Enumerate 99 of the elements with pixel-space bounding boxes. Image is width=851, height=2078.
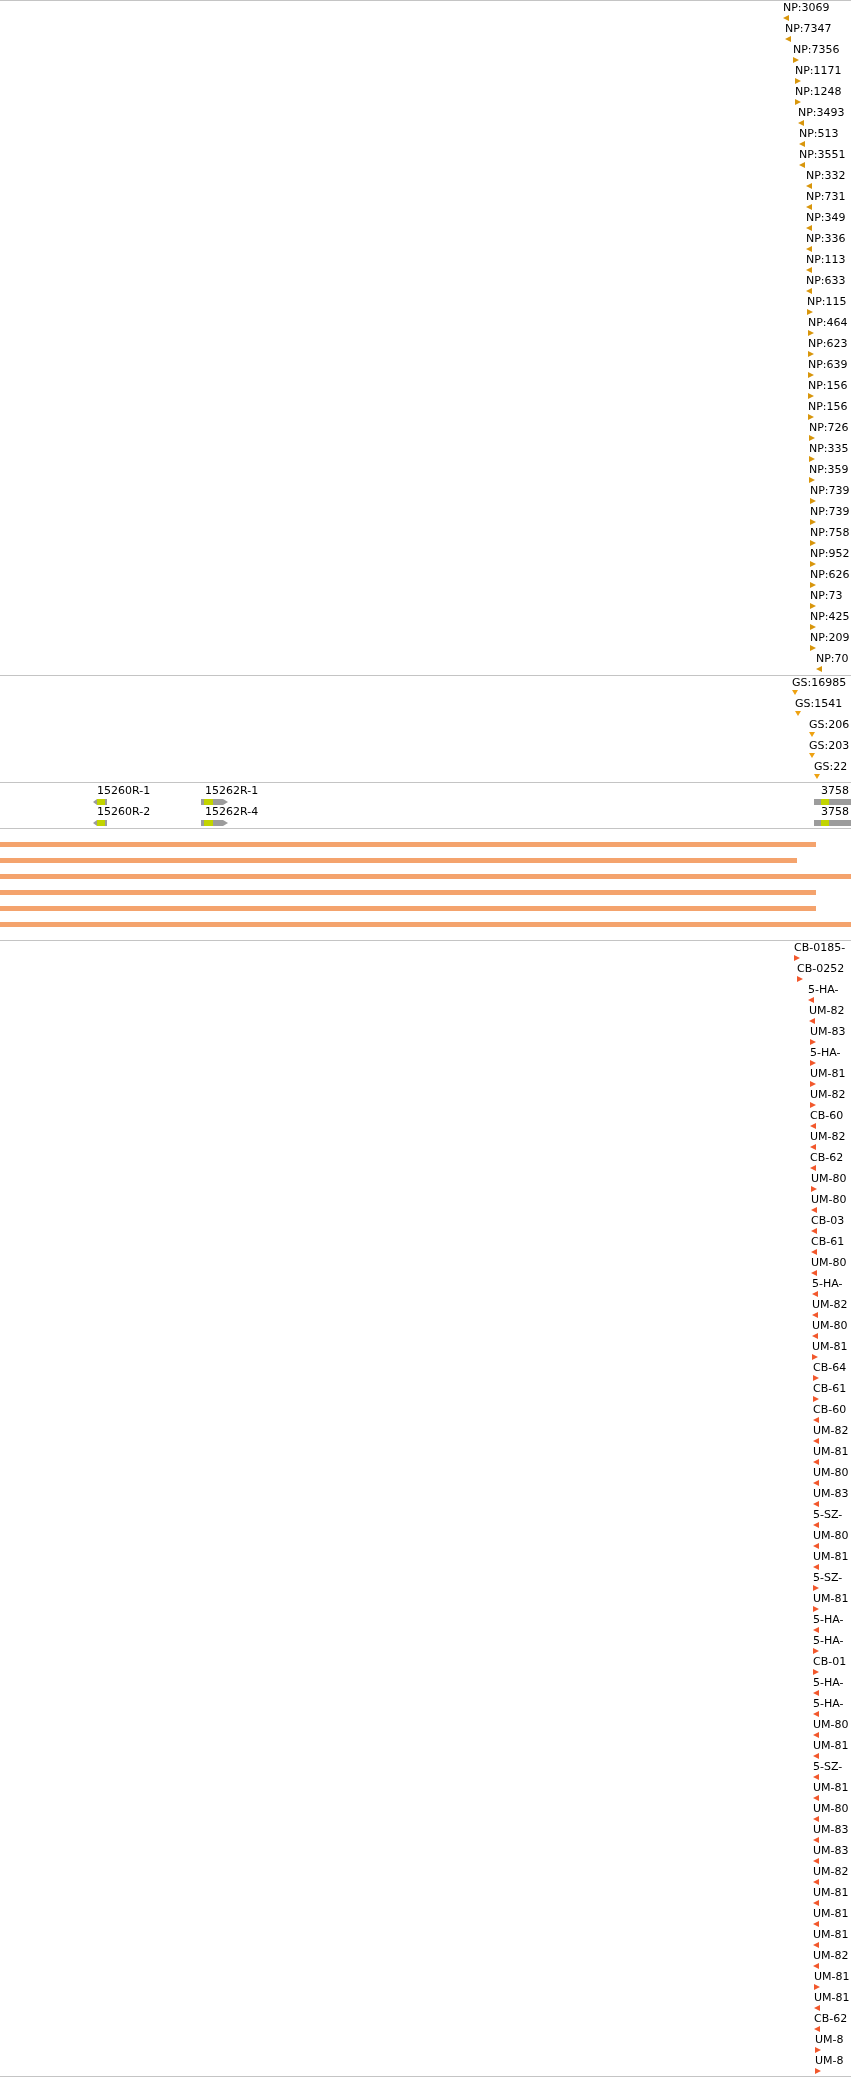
feature-label: NP:1171 <box>795 64 842 77</box>
feature-label: NP:633 <box>806 274 846 287</box>
feature-label: NP:349 <box>806 211 846 224</box>
feature-label: NP:209 <box>810 631 850 644</box>
feature-label: UM-81 <box>813 1781 849 1794</box>
feature-label: 5-SZ- <box>813 1760 843 1773</box>
gene-label: 15262R-1 <box>205 784 259 797</box>
feature-label: 5-SZ- <box>813 1508 843 1521</box>
feature-label: 5-HA- <box>810 1046 841 1059</box>
feature-label: UM-80 <box>813 1718 849 1731</box>
feature-label: UM-80 <box>812 1319 848 1332</box>
feature-label: NP:952 <box>810 547 850 560</box>
feature-label: NP:513 <box>799 127 839 140</box>
feature-label: UM-81 <box>813 1928 849 1941</box>
feature-label: GS:16985 <box>792 676 847 689</box>
feature-label: NP:156 <box>808 379 848 392</box>
feature-label: NP:115 <box>807 295 847 308</box>
feature-label: CB-60 <box>810 1109 844 1122</box>
feature-label: UM-81 <box>814 1991 850 2004</box>
feature-label: NP:425 <box>810 610 850 623</box>
feature-label: UM-80 <box>813 1466 849 1479</box>
feature-label: UM-82 <box>813 1865 849 1878</box>
feature-label: UM-80 <box>811 1256 847 1269</box>
feature-label: CB-62 <box>810 1151 844 1164</box>
feature-label: UM-8 <box>815 2033 844 2046</box>
feature-label: NP:639 <box>808 358 848 371</box>
feature-label: CB-62 <box>814 2012 848 2025</box>
feature-label: UM-80 <box>813 1529 849 1542</box>
feature-label: CB-0252 <box>797 962 845 975</box>
feature-label: UM-81 <box>813 1907 849 1920</box>
feature-label: NP:7347 <box>785 22 832 35</box>
feature-label: NP:3493 <box>798 106 845 119</box>
feature-label: CB-61 <box>813 1382 847 1395</box>
feature-label: CB-61 <box>811 1235 845 1248</box>
feature-label: UM-82 <box>812 1298 848 1311</box>
feature-label: NP:758 <box>810 526 850 539</box>
feature-label: GS:203 <box>809 739 850 752</box>
feature-label: CB-03 <box>811 1214 845 1227</box>
feature-label: NP:3069 <box>783 1 830 14</box>
feature-label: NP:739 <box>810 484 850 497</box>
feature-label: 5-SZ- <box>813 1571 843 1584</box>
feature-label: 5-HA- <box>813 1697 844 1710</box>
gene-bar-icon <box>814 799 851 805</box>
gene-label: 15262R-4 <box>205 805 259 818</box>
feature-label: NP:726 <box>809 421 849 434</box>
feature-label: UM-81 <box>813 1886 849 1899</box>
feature-label: GS:1541 <box>795 697 843 710</box>
feature-label: NP:464 <box>808 316 848 329</box>
feature-label: UM-83 <box>813 1487 849 1500</box>
feature-label: CB-60 <box>813 1403 847 1416</box>
feature-label: 5-HA- <box>813 1613 844 1626</box>
feature-label: UM-81 <box>813 1739 849 1752</box>
feature-label: UM-81 <box>814 1970 850 1983</box>
feature-label: NP:1248 <box>795 85 842 98</box>
feature-label: UM-82 <box>809 1004 845 1017</box>
feature-label: UM-80 <box>813 1802 849 1815</box>
feature-label: UM-83 <box>813 1823 849 1836</box>
gene-label: 3758 <box>821 805 849 818</box>
feature-label: 5-HA- <box>812 1277 843 1290</box>
feature-label: NP:70 <box>816 652 849 665</box>
feature-label: UM-82 <box>813 1424 849 1437</box>
feature-label: NP:336 <box>806 232 846 245</box>
feature-label: UM-80 <box>811 1193 847 1206</box>
feature-label: CB-64 <box>813 1361 847 1374</box>
feature-label: 5-HA- <box>813 1634 844 1647</box>
feature-label: CB-0185- <box>794 941 846 954</box>
feature-label: NP:156 <box>808 400 848 413</box>
feature-label: NP:332 <box>806 169 846 182</box>
feature-label: CB-01 <box>813 1655 847 1668</box>
feature-label: NP:731 <box>806 190 846 203</box>
feature-label: NP:7356 <box>793 43 840 56</box>
feature-label: UM-82 <box>810 1088 846 1101</box>
feature-label: NP:359 <box>809 463 849 476</box>
feature-label: UM-81 <box>810 1067 846 1080</box>
gene-bar-icon <box>814 820 851 826</box>
feature-label: UM-81 <box>812 1340 848 1353</box>
gene-label: 15260R-2 <box>97 805 151 818</box>
feature-label: UM-81 <box>813 1592 849 1605</box>
feature-label: NP:626 <box>810 568 850 581</box>
feature-label: NP:3551 <box>799 148 846 161</box>
feature-label: UM-83 <box>810 1025 846 1038</box>
feature-label: UM-81 <box>813 1445 849 1458</box>
feature-label: NP:623 <box>808 337 848 350</box>
feature-label: UM-80 <box>811 1172 847 1185</box>
feature-label: GS:22 <box>814 760 848 773</box>
feature-label: NP:335 <box>809 442 849 455</box>
feature-label: 5-HA- <box>813 1676 844 1689</box>
feature-label: UM-82 <box>810 1130 846 1143</box>
gene-label: 15260R-1 <box>97 784 151 797</box>
feature-label: GS:206 <box>809 718 850 731</box>
feature-label: UM-81 <box>813 1550 849 1563</box>
feature-label: UM-8 <box>815 2054 844 2067</box>
feature-label: UM-82 <box>813 1949 849 1962</box>
feature-label: NP:739 <box>810 505 850 518</box>
feature-label: NP:73 <box>810 589 843 602</box>
feature-label: 5-HA- <box>808 983 839 996</box>
gene-label: 3758 <box>821 784 849 797</box>
feature-label: NP:113 <box>806 253 846 266</box>
feature-label: UM-83 <box>813 1844 849 1857</box>
